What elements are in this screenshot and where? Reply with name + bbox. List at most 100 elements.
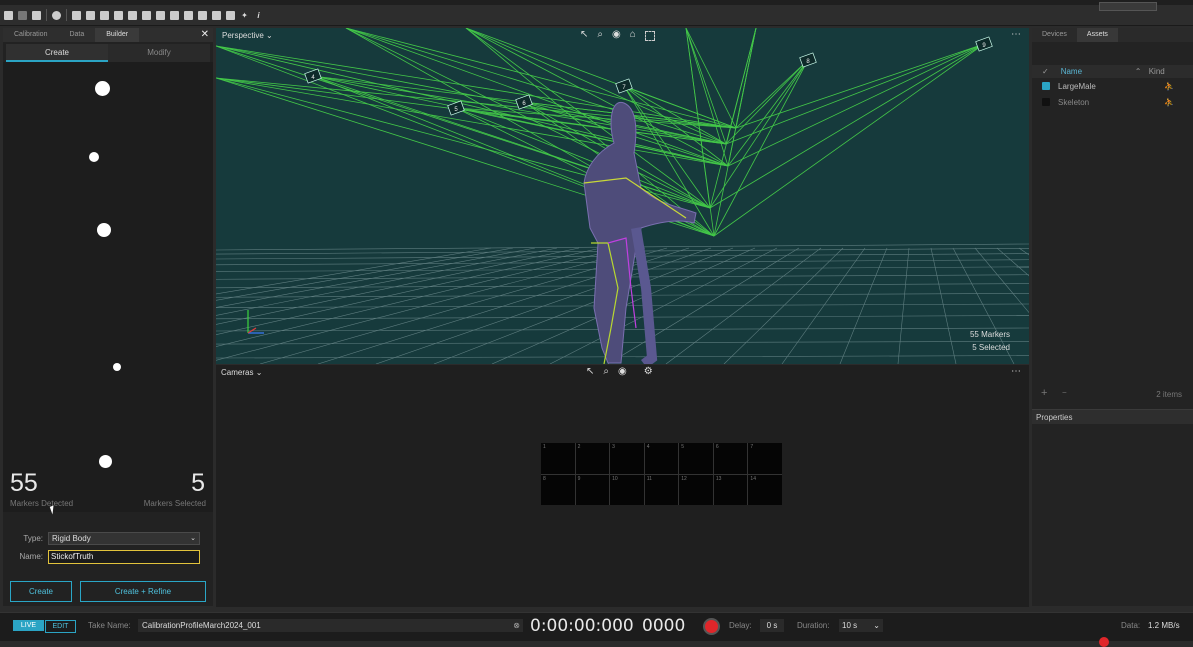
status-indicator	[1099, 637, 1109, 647]
camera-marker[interactable]: 9	[975, 36, 993, 52]
record-button[interactable]	[703, 618, 720, 635]
gear-icon[interactable]: ⚙	[644, 366, 653, 377]
subtab-modify[interactable]: Modify	[108, 44, 210, 62]
edit-toggle[interactable]: EDIT	[45, 620, 76, 633]
view-selector[interactable]: Perspective ⌄	[222, 31, 273, 40]
select-tool-icon[interactable]: ↖	[580, 29, 588, 41]
camera-ray	[345, 28, 737, 129]
delay-label: Delay:	[729, 621, 752, 630]
sort-icon[interactable]: ⌃	[1135, 67, 1149, 76]
camera-thumbnail[interactable]: 10	[610, 474, 644, 505]
tab-builder[interactable]: Builder	[95, 28, 140, 42]
tab-devices[interactable]: Devices	[1032, 28, 1077, 42]
camera-marker[interactable]: 4	[304, 68, 322, 84]
box-select-icon[interactable]	[644, 31, 655, 41]
column-name[interactable]: Name	[1061, 67, 1135, 76]
cameras-view[interactable]: Cameras ⌄ ↖ ⌕ ◉ ⚙ ⋯ 1 2 3 4 5 6 7 8 9 10 11 12 13 14	[216, 365, 1029, 607]
more-icon[interactable]: ⋯	[1011, 29, 1021, 40]
layers-icon[interactable]	[114, 10, 123, 20]
camera-thumbnail-label: 2	[577, 444, 581, 450]
tree-icon[interactable]	[142, 10, 151, 20]
clear-icon[interactable]: ⊗	[513, 619, 520, 632]
camera-ray	[727, 43, 985, 167]
camera-thumbnail[interactable]: 3	[610, 443, 644, 474]
more-icon[interactable]: ⋯	[1011, 366, 1021, 377]
eye-icon[interactable]: ◉	[612, 29, 621, 41]
check-all-icon[interactable]: ✓	[1042, 67, 1049, 76]
left-tabs: Calibration Data Builder	[3, 28, 213, 42]
marker-icon[interactable]: ✦	[240, 11, 249, 20]
camera-thumbnail[interactable]: 4	[644, 443, 679, 474]
eye-icon[interactable]: ◉	[618, 366, 627, 377]
camera-thumbnail[interactable]: 11	[644, 474, 679, 505]
camera-thumbnail[interactable]: 2	[575, 443, 610, 474]
image-icon[interactable]	[212, 10, 221, 20]
create-button[interactable]: Create	[10, 581, 72, 602]
camera-marker[interactable]: 8	[799, 52, 817, 68]
markers-selected-label: Markers Selected	[143, 499, 206, 508]
camera-thumbnail-label: 7	[750, 444, 754, 450]
markers-count: 55 Markers	[969, 330, 1010, 339]
cameras-tools: ↖ ⌕ ◉ ⚙	[586, 366, 653, 377]
delay-input[interactable]: 0 s	[760, 619, 784, 632]
camera-thumbnail[interactable]: 13	[713, 474, 748, 505]
perspective-viewport[interactable]: 456789 Perspective ⌄ ↖ ⌕ ◉ ⌂ ⋯ 55 Marker…	[216, 28, 1029, 364]
grid-line	[723, 247, 844, 364]
curve-icon[interactable]	[198, 10, 207, 20]
zoom-tool-icon[interactable]: ⌕	[597, 29, 603, 41]
asset-checkbox[interactable]	[1042, 98, 1050, 106]
camera-thumbnail[interactable]: 1	[541, 443, 575, 474]
tab-data[interactable]: Data	[58, 28, 95, 42]
lasso-icon[interactable]: ⌂	[630, 29, 636, 41]
live-toggle[interactable]: LIVE	[13, 620, 44, 631]
info-icon[interactable]: i	[254, 11, 263, 20]
tab-calibration[interactable]: Calibration	[3, 28, 58, 42]
camera-marker[interactable]: 6	[515, 94, 533, 110]
search-input[interactable]	[1099, 2, 1157, 11]
basket-icon[interactable]	[128, 10, 137, 20]
new-file-icon[interactable]	[4, 10, 13, 20]
save-icon[interactable]	[18, 10, 27, 20]
duration-select[interactable]: 10 s ⌄	[839, 619, 883, 632]
camera-thumbnail[interactable]: 8	[541, 474, 575, 505]
camera-marker[interactable]: 5	[447, 100, 465, 116]
camera-thumbnail[interactable]: 5	[679, 443, 713, 474]
name-input[interactable]: StickofTruth	[48, 550, 200, 564]
id-icon[interactable]	[226, 10, 235, 20]
scene-svg: 456789	[216, 28, 1029, 364]
close-icon[interactable]: ✕	[201, 29, 209, 40]
asset-row[interactable]: LargeMale ⛹	[1032, 78, 1193, 94]
camera-thumbnail[interactable]: 12	[679, 474, 713, 505]
add-icon[interactable]: +	[1041, 387, 1047, 399]
select-tool-icon[interactable]: ↖	[586, 366, 594, 377]
subtab-create[interactable]: Create	[6, 44, 108, 62]
camera-thumbnail[interactable]: 14	[748, 474, 782, 505]
camera-thumbnail[interactable]: 6	[713, 443, 748, 474]
column-kind[interactable]: Kind	[1149, 67, 1165, 76]
remove-icon[interactable]: −	[1062, 388, 1067, 397]
settings-icon[interactable]	[52, 10, 61, 20]
cameras-selector[interactable]: Cameras ⌄	[221, 368, 262, 377]
chevron-down-icon: ⌄	[255, 368, 263, 377]
camera-thumbnail-label: 8	[543, 475, 546, 482]
person-icon: ⛹	[1164, 97, 1174, 107]
zoom-tool-icon[interactable]: ⌕	[603, 366, 609, 377]
camera-icon[interactable]	[86, 10, 95, 20]
import-icon[interactable]	[32, 10, 41, 20]
tab-assets[interactable]: Assets	[1076, 28, 1118, 42]
marker-dot	[97, 223, 111, 237]
graph-icon[interactable]	[184, 10, 193, 20]
asset-checkbox[interactable]	[1042, 82, 1050, 90]
camera-thumbnail[interactable]: 9	[575, 474, 610, 505]
create-refine-button[interactable]: Create + Refine	[80, 581, 206, 602]
camera-thumbnail-label: 6	[715, 444, 719, 450]
wand-icon[interactable]	[100, 10, 109, 20]
tools-icon[interactable]	[170, 10, 179, 20]
camera-thumbnail-label: 5	[681, 444, 685, 450]
asset-row[interactable]: Skeleton ⛹	[1032, 94, 1193, 110]
take-name-input[interactable]: CalibrationProfileMarch2024_001 ⊗	[138, 619, 523, 632]
camera-thumbnail[interactable]: 7	[748, 443, 782, 474]
square-icon[interactable]	[72, 10, 81, 20]
type-select[interactable]: Rigid Body ⌄	[48, 532, 200, 545]
link-icon[interactable]	[156, 10, 165, 20]
